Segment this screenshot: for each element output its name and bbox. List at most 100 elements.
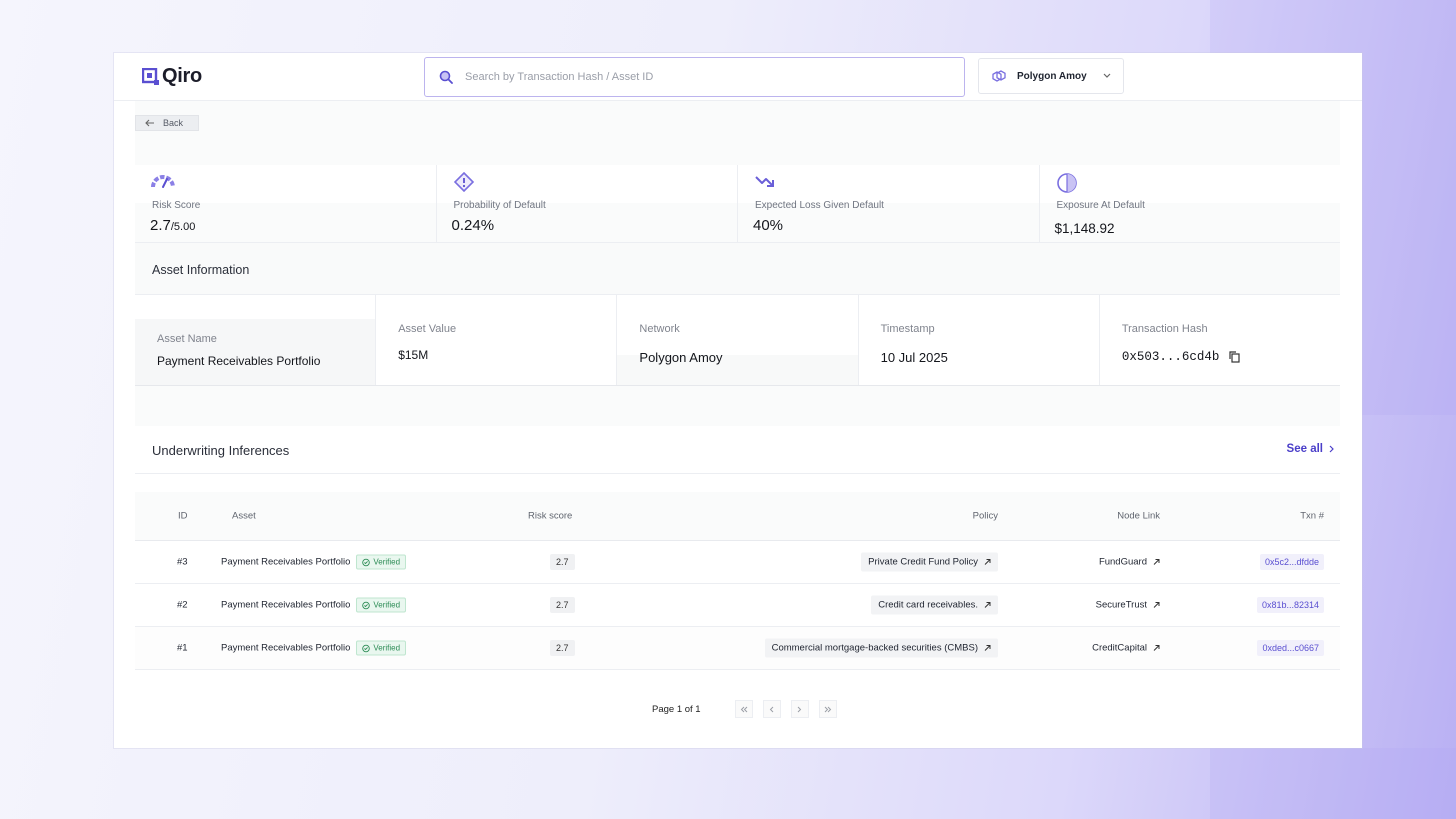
- check-circle-icon: [362, 644, 371, 652]
- network-select-value: Polygon Amoy: [1017, 70, 1087, 82]
- field-label: Asset Value: [398, 323, 457, 335]
- column-header-id: ID: [178, 510, 188, 522]
- asset-name: Payment Receivables Portfolio: [221, 599, 351, 611]
- see-all-label: See all: [1286, 443, 1323, 455]
- metric-value: $1,148.92: [1054, 221, 1115, 236]
- section-title: Underwriting Inferences: [152, 443, 290, 458]
- row-id: #3: [177, 556, 188, 568]
- pagination: Page 1 of 1: [652, 700, 837, 718]
- asset-info-header: Asset Information: [135, 243, 1340, 295]
- metric-label: Exposure At Default: [1056, 200, 1145, 211]
- row-node-link[interactable]: CreditCapital: [1092, 643, 1160, 654]
- external-arrow-icon: [984, 559, 991, 565]
- row-txn[interactable]: 0x5c2...dfdde: [1259, 554, 1324, 570]
- row-policy[interactable]: Credit card receivables.: [871, 595, 998, 615]
- row-id: #2: [177, 599, 188, 611]
- txn-hash-link[interactable]: 0x81b...82314: [1256, 597, 1324, 613]
- field-value: 0x503...6cd4b: [1122, 350, 1241, 364]
- external-arrow-icon: [984, 645, 991, 651]
- row-risk: 2.7: [550, 640, 575, 656]
- chevron-down-icon: [1103, 73, 1111, 78]
- field-label: Asset Name: [157, 333, 217, 345]
- policy-link[interactable]: Private Credit Fund Policy: [861, 552, 998, 572]
- metric-expected-loss: Expected Loss Given Default 40%: [738, 165, 1040, 242]
- trend-down-icon: [755, 176, 774, 187]
- check-circle-icon: [362, 601, 371, 609]
- qiro-logo-icon: [142, 67, 159, 85]
- timestamp-cell: Timestamp 10 Jul 2025: [859, 295, 1100, 385]
- column-header-risk: Risk score: [528, 510, 573, 522]
- first-page-button[interactable]: [734, 700, 753, 718]
- asset-value-cell: Asset Value $15M: [376, 295, 618, 385]
- chevron-right-icon: [797, 706, 802, 712]
- row-node-link[interactable]: FundGuard: [1099, 557, 1160, 568]
- txn-hash-link[interactable]: 0xded...c0667: [1257, 640, 1324, 656]
- metrics-row: Risk Score 2.7/5.00 Probability of Defau…: [135, 165, 1340, 243]
- column-header-txn: Txn #: [1300, 510, 1324, 522]
- field-value: Payment Receivables Portfolio: [157, 354, 321, 368]
- metric-value: 40%: [753, 217, 784, 234]
- asset-name-cell: Asset Name Payment Receivables Portfolio: [135, 295, 377, 385]
- app-name: Qiro: [162, 65, 202, 87]
- row-risk: 2.7: [550, 597, 575, 613]
- table-row[interactable]: #2 Payment Receivables Portfolio Verifie…: [135, 584, 1340, 627]
- copy-icon[interactable]: [1229, 351, 1240, 363]
- search-icon: [439, 70, 453, 84]
- polygon-icon: [992, 70, 1006, 82]
- back-button[interactable]: Back: [135, 115, 199, 131]
- last-page-button[interactable]: [818, 700, 837, 718]
- page-label: Page 1 of 1: [652, 703, 701, 715]
- table-header: ID Asset Risk score Policy Node Link Txn…: [135, 492, 1340, 541]
- double-chevron-left-icon: [740, 706, 747, 712]
- external-arrow-icon: [1153, 602, 1160, 608]
- page-content: Back Risk Score 2.7/5.00 Probability of …: [135, 101, 1340, 748]
- see-all-link[interactable]: See all: [1287, 443, 1334, 455]
- asset-name: Payment Receivables Portfolio: [221, 556, 351, 568]
- underwriting-section: Underwriting Inferences See all ID Asset…: [135, 426, 1340, 748]
- txn-hash-link[interactable]: 0x5c2...dfdde: [1259, 554, 1324, 570]
- arrow-left-icon: [145, 119, 154, 127]
- row-asset: Payment Receivables Portfolio Verified: [221, 554, 407, 570]
- external-arrow-icon: [1153, 559, 1160, 565]
- back-label: Back: [163, 118, 184, 128]
- logo[interactable]: Qiro: [142, 65, 202, 88]
- search-input[interactable]: [465, 71, 964, 83]
- table-row[interactable]: #1 Payment Receivables Portfolio Verifie…: [135, 627, 1340, 670]
- metric-label: Probability of Default: [453, 200, 546, 211]
- field-value: Polygon Amoy: [639, 350, 723, 365]
- policy-link[interactable]: Credit card receivables.: [871, 595, 998, 615]
- table-row[interactable]: #3 Payment Receivables Portfolio Verifie…: [135, 541, 1340, 584]
- row-asset: Payment Receivables Portfolio Verified: [221, 640, 407, 656]
- row-node-link[interactable]: SecureTrust: [1096, 600, 1160, 611]
- metric-exposure-at-default: Exposure At Default $1,148.92: [1039, 165, 1340, 242]
- network-select[interactable]: Polygon Amoy: [978, 58, 1124, 94]
- metric-value: 0.24%: [451, 217, 495, 234]
- field-value: 10 Jul 2025: [880, 350, 948, 365]
- chevron-right-icon: [1329, 445, 1334, 453]
- asset-info-grid: Asset Name Payment Receivables Portfolio…: [135, 295, 1340, 386]
- top-bar: Qiro Polygon Amoy: [114, 53, 1362, 101]
- policy-link[interactable]: Commercial mortgage-backed securities (C…: [764, 638, 998, 658]
- asset-name: Payment Receivables Portfolio: [221, 642, 351, 654]
- section-title: Asset Information: [152, 263, 250, 277]
- metric-risk-score: Risk Score 2.7/5.00: [135, 165, 437, 242]
- gauge-icon: [151, 175, 175, 188]
- field-label: Transaction Hash: [1121, 323, 1208, 335]
- double-chevron-right-icon: [824, 706, 831, 712]
- external-arrow-icon: [1153, 645, 1160, 651]
- transaction-hash-cell: Transaction Hash 0x503...6cd4b: [1100, 295, 1340, 385]
- metric-value: 2.7/5.00: [150, 217, 196, 234]
- field-label: Timestamp: [880, 323, 935, 335]
- search-bar[interactable]: [424, 57, 965, 97]
- row-policy[interactable]: Commercial mortgage-backed securities (C…: [764, 638, 998, 658]
- check-circle-icon: [362, 558, 371, 566]
- network-cell: Network Polygon Amoy: [617, 295, 859, 385]
- row-policy[interactable]: Private Credit Fund Policy: [861, 552, 998, 572]
- metric-label: Expected Loss Given Default: [755, 200, 884, 211]
- next-page-button[interactable]: [790, 700, 809, 718]
- row-txn[interactable]: 0x81b...82314: [1256, 597, 1324, 613]
- prev-page-button[interactable]: [762, 700, 781, 718]
- column-header-asset: Asset: [232, 510, 256, 522]
- verified-badge: Verified: [356, 554, 407, 570]
- row-txn[interactable]: 0xded...c0667: [1257, 640, 1324, 656]
